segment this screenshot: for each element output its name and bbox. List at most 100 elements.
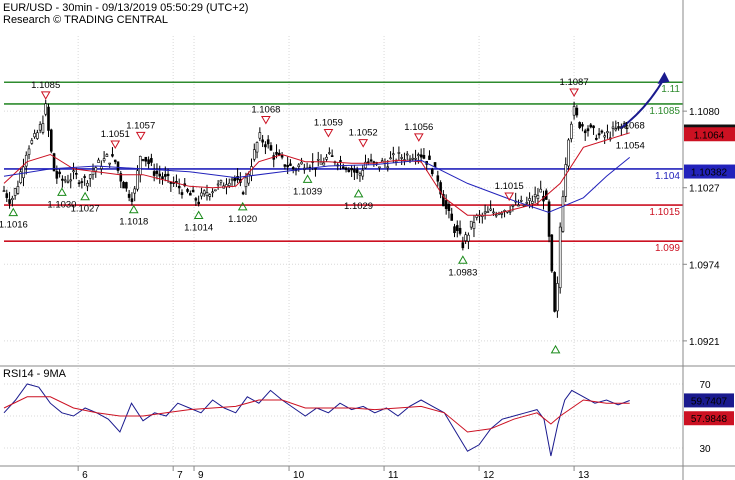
candle-body — [455, 225, 459, 231]
candle-body — [191, 189, 195, 193]
candle-body — [138, 156, 142, 176]
candle-body — [261, 139, 264, 143]
candle-body — [36, 132, 39, 139]
candle-body — [444, 200, 448, 209]
candle-body — [202, 190, 206, 195]
candle-body — [380, 160, 384, 163]
chart-canvas: 1.11 1.1085 1.104 1.1015 1.099 1.1016 1.1085 1… — [0, 0, 735, 480]
candle-body — [80, 181, 84, 183]
candle-body — [250, 166, 253, 177]
high-label: 1.1057 — [126, 120, 155, 131]
candle-body — [408, 158, 412, 161]
candle-body — [339, 160, 342, 162]
candle-body — [58, 171, 61, 175]
candle-body — [97, 159, 100, 163]
candle-body — [511, 204, 515, 207]
candle-body — [125, 182, 128, 189]
level-label: 1.1015 — [649, 207, 680, 218]
candle-body — [75, 172, 78, 175]
candle-body — [547, 201, 551, 237]
candle-body — [186, 189, 189, 192]
candle-body — [539, 188, 543, 193]
candle-body — [606, 131, 609, 134]
candle-body — [556, 283, 559, 312]
x-tick-label: 7 — [177, 470, 183, 480]
high-label: 1.1087 — [560, 77, 589, 88]
candle-body — [63, 179, 67, 182]
candle-body — [314, 168, 317, 170]
candle-body — [161, 176, 164, 179]
candle-body — [155, 170, 159, 174]
candle-body — [328, 152, 331, 154]
candle-body — [24, 154, 28, 167]
candle-body — [33, 133, 36, 138]
candle-body — [130, 198, 134, 202]
candle-body — [322, 162, 326, 166]
candle-body — [319, 161, 323, 165]
candle-body — [436, 175, 440, 182]
candle-body — [38, 124, 42, 131]
high-label: 1.1085 — [31, 80, 60, 91]
candle-body — [558, 226, 562, 289]
level-label: 1.104 — [655, 171, 680, 182]
candle-body — [289, 163, 292, 166]
low-label: 1.1027 — [71, 204, 100, 215]
candle-body — [600, 130, 604, 133]
candle-body — [458, 227, 462, 234]
candle-body — [536, 195, 540, 199]
candle-body — [105, 154, 109, 157]
candle-body — [66, 180, 70, 183]
candle-body — [450, 213, 454, 221]
candle-body — [611, 126, 615, 129]
candle-body — [572, 106, 576, 116]
candle-body — [16, 186, 20, 194]
candle-body — [69, 179, 73, 182]
candle-body — [177, 185, 181, 189]
candle-body — [286, 164, 289, 168]
candle-body — [283, 164, 287, 167]
rsi-value-label: 59.7407 — [691, 396, 728, 407]
candle-body — [603, 135, 606, 138]
candle-body — [116, 161, 120, 171]
candle-body — [325, 156, 328, 160]
candle-body — [433, 162, 437, 168]
candle-body — [389, 157, 392, 160]
candle-body — [570, 123, 573, 139]
high-label: 1.1056 — [404, 122, 433, 133]
candle-body — [152, 171, 156, 176]
level-label: 1.1085 — [649, 106, 680, 117]
candle-body — [108, 162, 111, 165]
candle-body — [136, 170, 139, 190]
candle-body — [13, 188, 17, 196]
candle-body — [258, 132, 262, 139]
candle-body — [264, 144, 267, 148]
candle-body — [77, 182, 81, 185]
candle-body — [205, 192, 209, 196]
candle-body — [517, 204, 520, 207]
level-label: 1.11 — [661, 84, 680, 95]
candle-body — [8, 199, 11, 204]
candle-body — [489, 208, 492, 211]
candle-body — [467, 234, 470, 242]
x-tick-label: 12 — [483, 470, 495, 480]
candle-body — [575, 107, 579, 116]
candle-body — [2, 190, 6, 193]
candle-body — [578, 122, 581, 128]
candle-body — [194, 198, 198, 201]
candle-body — [494, 214, 498, 217]
candle-body — [430, 169, 434, 175]
candle-body — [211, 191, 214, 194]
candle-body — [133, 188, 137, 194]
candle-body — [214, 189, 217, 192]
candle-body — [469, 220, 473, 228]
candle-body — [55, 171, 59, 179]
candle-body — [419, 154, 423, 158]
candle-body — [422, 155, 426, 159]
candle-body — [219, 180, 223, 183]
candle-body — [447, 203, 451, 212]
candle-body — [392, 153, 395, 156]
candle-body — [180, 192, 184, 195]
x-tick-label: 6 — [82, 470, 88, 480]
candle-body — [150, 158, 153, 163]
rsi-tick-label: 70 — [699, 380, 711, 391]
